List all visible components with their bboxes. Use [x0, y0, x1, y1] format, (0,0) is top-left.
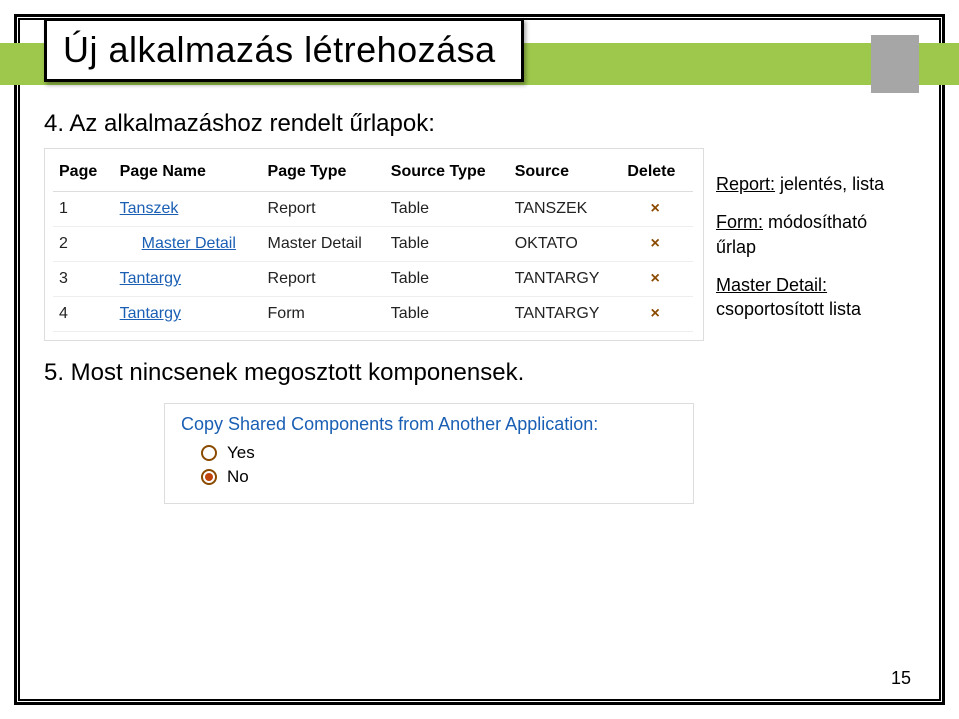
col-delete: Delete — [621, 157, 693, 192]
left-column: Page Page Name Page Type Source Type Sou… — [44, 148, 704, 504]
radio-no[interactable] — [201, 469, 217, 485]
bullet-4: 4. Az alkalmazáshoz rendelt űrlapok: — [44, 110, 925, 138]
cell-page-name: Tantargy — [114, 262, 262, 297]
table-header-row: Page Page Name Page Type Source Type Sou… — [53, 157, 693, 192]
table-row: 2 Master Detail Master Detail Table OKTA… — [53, 227, 693, 262]
cell-source-type: Table — [385, 227, 509, 262]
table-row: 4 Tantargy Form Table TANTARGY × — [53, 297, 693, 332]
content-area: 4. Az alkalmazáshoz rendelt űrlapok: Pag… — [44, 110, 925, 685]
delete-link[interactable]: × — [621, 297, 693, 332]
title-box: Új alkalmazás létrehozása — [44, 18, 524, 82]
cell-source-type: Table — [385, 192, 509, 227]
legend-form: Form: módosítható űrlap — [716, 210, 906, 259]
pages-table: Page Page Name Page Type Source Type Sou… — [53, 157, 693, 332]
cell-page-type: Form — [262, 297, 385, 332]
radio-yes[interactable] — [201, 445, 217, 461]
shared-components-label: Copy Shared Components from Another Appl… — [181, 414, 675, 435]
table-row: 3 Tantargy Report Table TANTARGY × — [53, 262, 693, 297]
legend-column: Report: jelentés, lista Form: módosíthat… — [716, 148, 906, 321]
legend-master-title: Master Detail: — [716, 275, 827, 295]
cell-source: TANTARGY — [509, 262, 622, 297]
radio-no-label: No — [227, 467, 249, 487]
page-name-link[interactable]: Tantargy — [120, 305, 181, 322]
radio-no-row[interactable]: No — [201, 465, 675, 489]
cell-source: OKTATO — [509, 227, 622, 262]
col-page: Page — [53, 157, 114, 192]
legend-report-title: Report: — [716, 174, 775, 194]
cell-source: TANSZEK — [509, 192, 622, 227]
delete-link[interactable]: × — [621, 192, 693, 227]
cell-source-type: Table — [385, 262, 509, 297]
cell-page-name: Tanszek — [114, 192, 262, 227]
col-page-type: Page Type — [262, 157, 385, 192]
bullet-5: 5. Most nincsenek megosztott komponensek… — [44, 359, 704, 387]
radio-yes-row[interactable]: Yes — [201, 441, 675, 465]
cell-page-num: 1 — [53, 192, 114, 227]
legend-master: Master Detail: csoportosított lista — [716, 273, 906, 322]
page-number: 15 — [891, 668, 911, 689]
delete-link[interactable]: × — [621, 262, 693, 297]
cell-page-num: 3 — [53, 262, 114, 297]
cell-source: TANTARGY — [509, 297, 622, 332]
col-source: Source — [509, 157, 622, 192]
pages-table-screenshot: Page Page Name Page Type Source Type Sou… — [44, 148, 704, 341]
columns: Page Page Name Page Type Source Type Sou… — [44, 148, 925, 504]
corner-shadow — [871, 35, 919, 93]
page-name-link[interactable]: Master Detail — [120, 235, 236, 253]
legend-form-title: Form: — [716, 212, 763, 232]
delete-link[interactable]: × — [621, 227, 693, 262]
slide-title: Új alkalmazás létrehozása — [63, 29, 496, 71]
cell-page-num: 2 — [53, 227, 114, 262]
cell-page-num: 4 — [53, 297, 114, 332]
cell-page-name: Tantargy — [114, 297, 262, 332]
cell-page-type: Report — [262, 262, 385, 297]
legend-report: Report: jelentés, lista — [716, 172, 906, 196]
col-source-type: Source Type — [385, 157, 509, 192]
radio-yes-label: Yes — [227, 443, 255, 463]
cell-page-name: Master Detail — [114, 227, 262, 262]
cell-page-type: Master Detail — [262, 227, 385, 262]
slide: Új alkalmazás létrehozása 4. Az alkalmaz… — [0, 0, 959, 719]
page-name-link[interactable]: Tanszek — [120, 200, 179, 217]
cell-page-type: Report — [262, 192, 385, 227]
cell-source-type: Table — [385, 297, 509, 332]
col-page-name: Page Name — [114, 157, 262, 192]
table-row: 1 Tanszek Report Table TANSZEK × — [53, 192, 693, 227]
shared-components-screenshot: Copy Shared Components from Another Appl… — [164, 403, 694, 504]
page-name-link[interactable]: Tantargy — [120, 270, 181, 287]
